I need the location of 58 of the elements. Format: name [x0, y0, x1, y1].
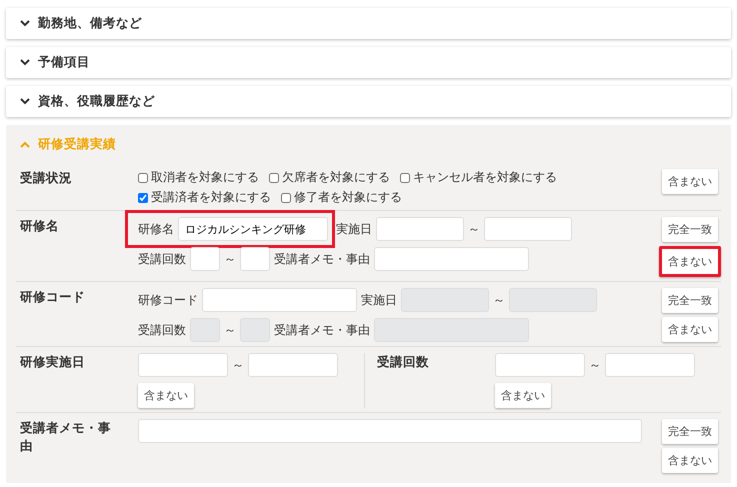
input-field[interactable]	[376, 217, 464, 241]
checkbox[interactable]	[138, 172, 148, 182]
input-field[interactable]	[138, 419, 642, 443]
section-header[interactable]: 予備項目	[6, 47, 731, 78]
checkbox-label[interactable]: 受講済者を対象にする	[151, 189, 271, 206]
chevron-down-icon	[20, 59, 30, 66]
checkbox-label[interactable]: キャンセル者を対象にする	[413, 169, 557, 186]
filter-button[interactable]: 完全一致	[662, 419, 718, 444]
input-field[interactable]	[605, 353, 695, 377]
tilde-separator: ～	[224, 250, 236, 268]
filter-button[interactable]: 完全一致	[662, 288, 718, 313]
tilde-separator: ～	[224, 322, 236, 338]
checkbox[interactable]	[138, 192, 148, 202]
row-label: 研修実施日	[18, 353, 86, 371]
filter-button[interactable]: 含まない	[495, 383, 551, 408]
field-label: 受講回数	[138, 250, 186, 268]
field-label: 受講回数	[138, 322, 186, 338]
filter-button[interactable]: 含まない	[659, 246, 721, 277]
input-field[interactable]	[374, 247, 529, 271]
field-label: 受講者メモ・事由	[274, 322, 370, 338]
tilde-separator: ～	[232, 356, 244, 374]
chevron-up-icon	[20, 140, 30, 148]
input-field[interactable]	[248, 353, 338, 377]
input-field[interactable]	[240, 247, 270, 271]
row-label: 研修コード	[18, 288, 86, 306]
checkbox-label[interactable]: 取消者を対象にする	[151, 169, 259, 186]
checkbox[interactable]	[400, 172, 410, 182]
row-label: 受講回数	[376, 353, 430, 371]
filter-button[interactable]: 含まない	[662, 317, 718, 342]
checkbox[interactable]	[269, 172, 279, 182]
input-field[interactable]	[202, 288, 357, 312]
row-label: 受講者メモ・事由	[19, 419, 112, 455]
field-label: 研修コード	[138, 292, 198, 308]
chevron-down-icon	[20, 98, 30, 105]
filter-button[interactable]: 含まない	[138, 383, 194, 408]
checkbox[interactable]	[281, 192, 291, 202]
row-label: 受講状況	[19, 169, 73, 187]
input-field[interactable]	[484, 217, 572, 241]
field-label: 実施日	[336, 220, 372, 238]
filter-button[interactable]: 含まない	[662, 169, 718, 194]
input-field[interactable]	[495, 353, 585, 377]
input-field[interactable]	[190, 247, 220, 271]
field-label: 受講者メモ・事由	[274, 250, 370, 268]
filter-button[interactable]: 含まない	[662, 448, 718, 473]
tilde-separator: ～	[493, 292, 505, 308]
section-header[interactable]: 資格、役職履歴など	[6, 86, 731, 117]
tilde-separator: ～	[589, 356, 601, 374]
section-header[interactable]: 勤務地、備考など	[6, 8, 731, 39]
input-field[interactable]: ロジカルシンキング研修	[178, 217, 328, 241]
row-label: 研修名	[18, 217, 60, 235]
filter-button[interactable]: 完全一致	[662, 217, 718, 242]
chevron-down-icon	[20, 20, 30, 27]
tilde-separator: ～	[468, 220, 480, 238]
checkbox-label[interactable]: 修了者を対象にする	[294, 189, 402, 206]
checkbox-label[interactable]: 欠席者を対象にする	[282, 169, 390, 186]
input-field[interactable]	[138, 353, 228, 377]
field-label: 実施日	[361, 292, 397, 308]
field-label: 研修名	[138, 220, 174, 238]
